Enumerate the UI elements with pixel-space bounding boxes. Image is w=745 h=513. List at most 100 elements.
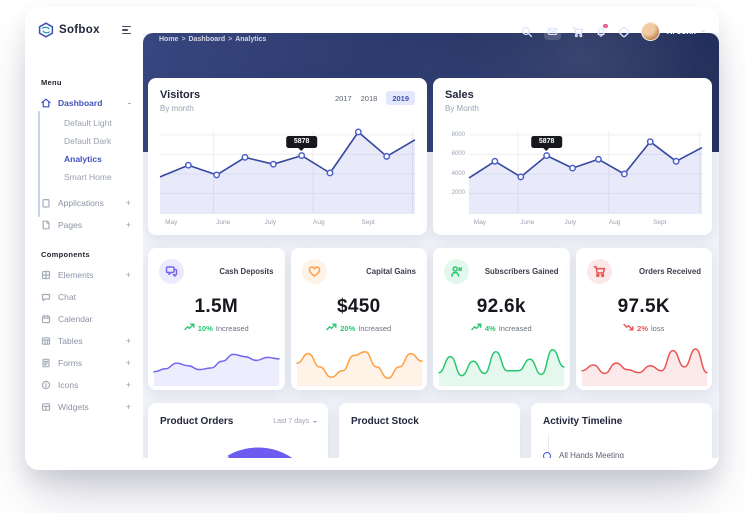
- y-axis-label: 6000: [443, 151, 465, 157]
- x-axis-label: Aug: [313, 219, 325, 226]
- app-window: Sofbox Menu Dashboard - Default Light De…: [25, 7, 719, 470]
- trend-up-icon: [326, 323, 337, 333]
- sidebar-item-default-light[interactable]: Default Light: [25, 114, 143, 132]
- data-point-marker: [648, 139, 653, 144]
- search-icon[interactable]: [521, 26, 533, 38]
- compass-icon[interactable]: [618, 26, 630, 38]
- header-actions: Hi John: [521, 22, 706, 41]
- logo-row: Sofbox: [25, 7, 143, 38]
- sales-subtitle: By Month: [445, 104, 700, 113]
- sales-line-chart: 5878MayJuneJulyAugSept8000600040002000: [469, 131, 702, 214]
- stat-value: $450: [302, 296, 417, 318]
- y-axis-label: 2000: [443, 190, 465, 196]
- data-point-marker: [492, 159, 497, 164]
- menu-section-label: Menu: [41, 78, 143, 87]
- sidebar-item-tables[interactable]: Tables +: [25, 330, 143, 352]
- stat-value: 92.6k: [444, 296, 559, 318]
- chevron-down-icon: [313, 421, 317, 425]
- mail-icon[interactable]: [544, 23, 561, 40]
- activity-timeline-card: Activity Timeline All Hands Meeting: [531, 403, 712, 458]
- table-icon: [41, 336, 51, 346]
- timeline-item[interactable]: All Hands Meeting: [543, 451, 700, 458]
- data-point-marker: [327, 170, 332, 175]
- activity-timeline-title: Activity Timeline: [543, 416, 700, 427]
- breadcrumb-home[interactable]: Home: [159, 36, 178, 43]
- sofbox-logo-icon: [38, 22, 54, 38]
- cart-icon: [587, 259, 612, 284]
- trend-up-icon: [471, 323, 482, 333]
- sidebar-item-default-dark[interactable]: Default Dark: [25, 132, 143, 150]
- sparkline: [439, 342, 564, 386]
- x-axis-label: Sept: [361, 219, 374, 226]
- data-point-marker: [673, 159, 678, 164]
- chat-icon: [41, 292, 51, 302]
- trend-up-icon: [184, 323, 195, 333]
- bell-icon[interactable]: [595, 26, 607, 38]
- cart-icon[interactable]: [572, 26, 584, 38]
- home-icon: [41, 98, 51, 108]
- stat-card-orders-received: Orders Received 97.5K 2% loss: [576, 248, 713, 390]
- stat-card-cash-deposits: Cash Deposits 1.5M 10% Increased: [148, 248, 285, 390]
- stat-trend: 4% Increased: [444, 323, 559, 333]
- sidebar-item-elements[interactable]: Elements +: [25, 264, 143, 286]
- x-axis-label: June: [216, 219, 230, 226]
- chart-tooltip: 5878: [286, 136, 318, 148]
- stat-card-capital-gains: Capital Gains $450 20% Increased: [291, 248, 428, 390]
- x-axis-label: May: [474, 219, 486, 226]
- form-icon: [41, 358, 51, 368]
- stat-trend: 2% loss: [587, 323, 702, 333]
- stat-label: Cash Deposits: [219, 267, 273, 276]
- visitors-subtitle: By month: [160, 104, 415, 113]
- data-point-marker: [596, 157, 601, 162]
- components-section-label: Components: [41, 250, 143, 259]
- sidebar-item-widgets[interactable]: Widgets +: [25, 396, 143, 418]
- year-2018[interactable]: 2018: [361, 94, 378, 103]
- last-7-days-dropdown[interactable]: Last 7 days: [273, 418, 317, 425]
- box-grid-icon: [41, 270, 51, 280]
- data-point-marker: [271, 161, 276, 166]
- timeline-dot: [543, 452, 551, 459]
- data-point-marker: [384, 154, 389, 159]
- chat-bubbles-icon: [159, 259, 184, 284]
- x-axis-label: July: [565, 219, 577, 226]
- sidebar-item-chat[interactable]: Chat: [25, 286, 143, 308]
- y-axis-label: 8000: [443, 132, 465, 138]
- avatar[interactable]: [641, 22, 660, 41]
- data-point-marker: [570, 165, 575, 170]
- year-2019-active[interactable]: 2019: [386, 91, 415, 105]
- x-axis-label: June: [520, 219, 534, 226]
- breadcrumb-dashboard[interactable]: Dashboard: [189, 36, 226, 43]
- sidebar-item-applications[interactable]: Applications +: [25, 192, 143, 214]
- sidebar-item-analytics[interactable]: Analytics: [25, 150, 143, 168]
- heart-icon: [302, 259, 327, 284]
- y-axis-label: 4000: [443, 171, 465, 177]
- product-stock-card: Product Stock: [339, 403, 520, 458]
- visitors-line-chart: 5878MayJuneJulyAugSept: [160, 131, 415, 214]
- year-2017[interactable]: 2017: [335, 94, 352, 103]
- data-point-marker: [518, 174, 523, 179]
- sidebar-collapse-icon[interactable]: [120, 24, 133, 36]
- page-title: Analytics: [159, 18, 216, 32]
- expand-plus[interactable]: +: [126, 220, 131, 230]
- x-axis-label: Sept: [653, 219, 666, 226]
- sidebar-item-dashboard[interactable]: Dashboard -: [25, 92, 143, 114]
- product-orders-donut-chart: [193, 443, 323, 458]
- stat-value: 1.5M: [159, 296, 274, 318]
- sidebar-item-icons[interactable]: Icons +: [25, 374, 143, 396]
- sidebar-item-smart-home[interactable]: Smart Home: [25, 168, 143, 186]
- year-selector: 2017 2018 2019: [335, 91, 415, 105]
- expand-plus[interactable]: +: [126, 198, 131, 208]
- product-orders-card: Product Orders Last 7 days: [148, 403, 328, 458]
- sidebar-item-calendar[interactable]: Calendar: [25, 308, 143, 330]
- collapse-minus[interactable]: -: [128, 98, 131, 108]
- logo-text: Sofbox: [59, 24, 115, 36]
- user-menu[interactable]: Hi John: [667, 27, 706, 36]
- data-point-marker: [214, 172, 219, 177]
- x-axis-label: Aug: [609, 219, 621, 226]
- sidebar-item-pages[interactable]: Pages +: [25, 214, 143, 236]
- data-point-marker: [622, 171, 627, 176]
- visitors-card: Visitors By month 2017 2018 2019 5878May…: [148, 78, 427, 235]
- sidebar-item-forms[interactable]: Forms +: [25, 352, 143, 374]
- stat-card-subscribers-gained: Subscribers Gained 92.6k 4% Increased: [433, 248, 570, 390]
- product-stock-title: Product Stock: [351, 416, 508, 427]
